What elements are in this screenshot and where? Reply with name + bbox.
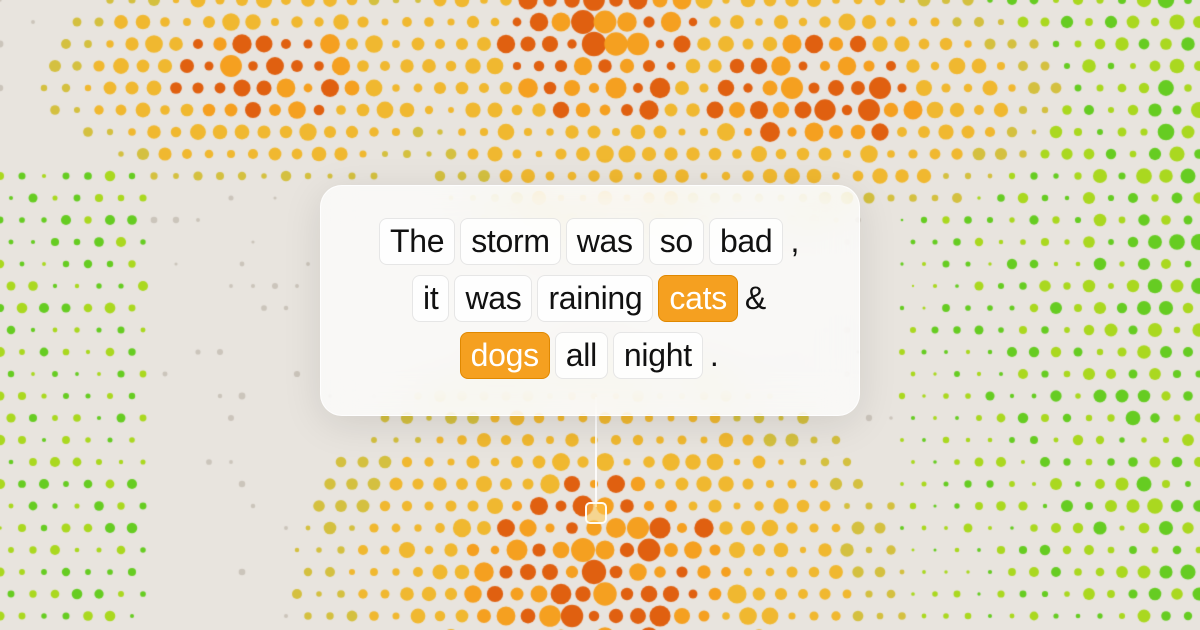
popup-card: The storm was so bad , it was raining ca… <box>320 185 860 416</box>
token-all: all <box>555 332 608 379</box>
token-it: it <box>412 275 449 322</box>
token-cats: cats <box>658 275 738 322</box>
token-period: . <box>708 333 721 378</box>
connector-anchor <box>585 502 607 524</box>
token-the: The <box>379 218 455 265</box>
text-line-2: it was raining cats & <box>357 275 823 322</box>
token-raining: raining <box>537 275 653 322</box>
text-line-3: dogs all night . <box>357 332 823 379</box>
token-bad: bad <box>709 218 784 265</box>
token-night: night <box>613 332 703 379</box>
token-ampersand: & <box>743 276 768 321</box>
token-so: so <box>649 218 704 265</box>
token-was-1: was <box>566 218 644 265</box>
token-dogs: dogs <box>460 332 550 379</box>
token-storm: storm <box>460 218 561 265</box>
text-line-1: The storm was so bad , <box>357 218 823 265</box>
token-comma: , <box>788 219 801 264</box>
token-was-2: was <box>454 275 532 322</box>
